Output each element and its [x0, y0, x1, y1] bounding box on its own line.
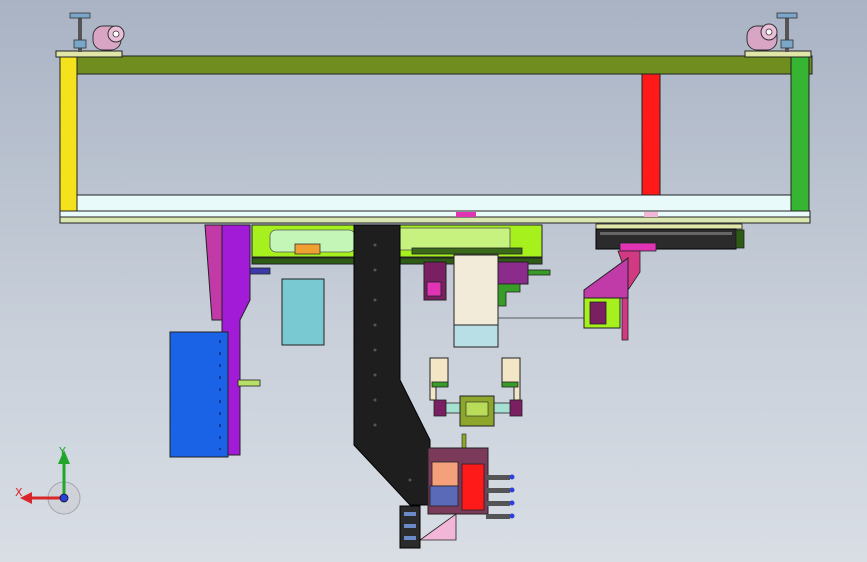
triad-y-label: Y	[58, 445, 66, 458]
caster-left	[55, 12, 125, 58]
frame-left-post	[59, 55, 78, 217]
frame-inner-rail	[76, 194, 792, 212]
assembly-drawing: Y X	[15, 12, 813, 549]
frame-pink-tab-2	[644, 212, 658, 217]
triad-x-label: X	[15, 486, 23, 499]
pink-wedge	[204, 224, 223, 321]
black-swing-arm	[353, 224, 431, 506]
cad-viewport[interactable]: Y X	[0, 0, 867, 562]
pink-bracket	[583, 257, 629, 299]
caster-right	[744, 12, 812, 58]
frame-right-post	[790, 55, 810, 217]
frame-top-beam	[59, 55, 813, 75]
frame-bottom-plate	[59, 216, 811, 224]
frame-red-post	[641, 73, 661, 197]
frame-pink-tab	[456, 212, 476, 217]
cream-block	[453, 254, 499, 326]
pink-wedge-bottom	[418, 513, 457, 541]
coordinate-triad: Y X	[15, 445, 81, 515]
main-frame	[59, 55, 813, 224]
teal-controller-box	[281, 278, 325, 346]
center-module	[423, 254, 590, 348]
right-cylinder-assembly	[583, 223, 745, 341]
gripper	[429, 357, 523, 427]
